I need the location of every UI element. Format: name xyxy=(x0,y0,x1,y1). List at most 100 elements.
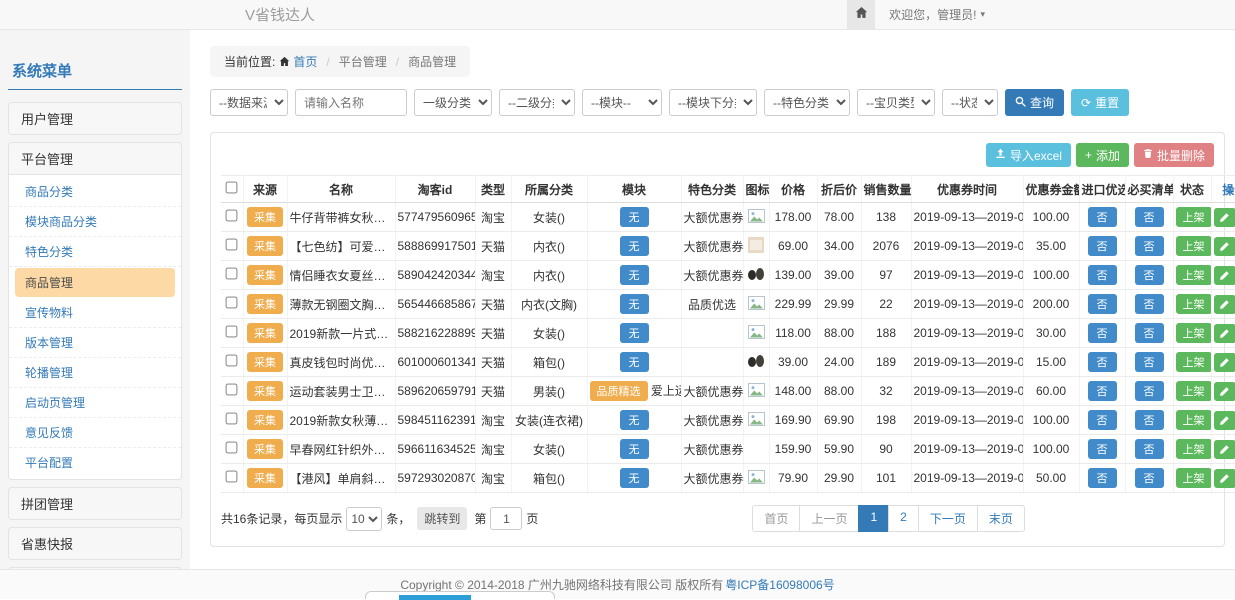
edit-button[interactable] xyxy=(1214,266,1235,285)
edit-button[interactable] xyxy=(1214,440,1235,459)
data-source-select[interactable]: --数据来源-- xyxy=(210,89,288,116)
filter-select[interactable]: --模块下分类-- xyxy=(669,89,757,116)
must-buy-toggle[interactable]: 否 xyxy=(1135,294,1164,314)
user-menu[interactable]: 欢迎您，管理员! ▾ xyxy=(889,6,985,23)
per-page-select[interactable]: 10 xyxy=(346,507,382,531)
jump-page-input[interactable] xyxy=(490,507,522,530)
add-button[interactable]: + 添加 xyxy=(1076,143,1129,167)
pager-button[interactable]: 1 xyxy=(858,505,889,532)
import-select-toggle[interactable]: 否 xyxy=(1088,236,1117,256)
must-buy-toggle[interactable]: 否 xyxy=(1135,265,1164,285)
filter-select[interactable]: 一级分类 xyxy=(414,89,492,116)
status-toggle[interactable]: 上架 xyxy=(1176,468,1212,488)
module-badge[interactable]: 无 xyxy=(620,410,649,430)
must-buy-toggle[interactable]: 否 xyxy=(1135,236,1164,256)
home-button[interactable] xyxy=(847,0,875,29)
status-toggle[interactable]: 上架 xyxy=(1176,381,1212,401)
name-search-input[interactable] xyxy=(295,89,407,116)
filter-select[interactable]: --二级分类-- xyxy=(499,89,575,116)
edit-button[interactable] xyxy=(1214,324,1235,343)
filter-select[interactable]: --宝贝类型-- xyxy=(857,89,935,116)
module-badge[interactable]: 无 xyxy=(620,294,649,314)
row-checkbox[interactable] xyxy=(226,239,238,251)
import-select-toggle[interactable]: 否 xyxy=(1088,265,1117,285)
filter-select[interactable]: --模块-- xyxy=(582,89,662,116)
filter-select[interactable]: --状态-- xyxy=(942,89,998,116)
status-toggle[interactable]: 上架 xyxy=(1176,410,1212,430)
sidebar-subitem[interactable]: 模块商品分类 xyxy=(9,207,181,237)
edit-button[interactable] xyxy=(1214,382,1235,401)
pager-button[interactable]: 下一页 xyxy=(918,505,978,532)
import-select-toggle[interactable]: 否 xyxy=(1088,410,1117,430)
import-select-toggle[interactable]: 否 xyxy=(1088,323,1117,343)
row-checkbox[interactable] xyxy=(226,210,238,222)
must-buy-toggle[interactable]: 否 xyxy=(1135,352,1164,372)
must-buy-toggle[interactable]: 否 xyxy=(1135,323,1164,343)
module-badge[interactable]: 无 xyxy=(620,236,649,256)
must-buy-toggle[interactable]: 否 xyxy=(1135,381,1164,401)
sidebar-subitem[interactable]: 意见反馈 xyxy=(9,418,181,448)
sidebar-subitem[interactable]: 商品分类 xyxy=(9,177,181,207)
import-select-toggle[interactable]: 否 xyxy=(1088,207,1117,227)
pager-button[interactable]: 上一页 xyxy=(799,505,859,532)
sidebar-item[interactable]: 拼团管理 xyxy=(8,487,182,520)
sidebar-subitem[interactable]: 平台配置 xyxy=(9,448,181,477)
sidebar-item-user-mgmt[interactable]: 用户管理 xyxy=(8,102,182,135)
sidebar-subitem[interactable]: 版本管理 xyxy=(9,328,181,358)
batch-delete-button[interactable]: 批量删除 xyxy=(1134,143,1214,167)
module-badge[interactable]: 无 xyxy=(620,207,649,227)
sidebar-subitem[interactable]: 特色分类 xyxy=(9,237,181,267)
sidebar-subitem[interactable]: 宣传物料 xyxy=(9,298,181,328)
jump-button[interactable]: 跳转到 xyxy=(417,507,467,530)
status-toggle[interactable]: 上架 xyxy=(1176,352,1212,372)
reset-button[interactable]: ⟳ 重置 xyxy=(1071,89,1129,116)
module-badge[interactable]: 无 xyxy=(620,439,649,459)
module-badge[interactable]: 无 xyxy=(620,352,649,372)
row-checkbox[interactable] xyxy=(226,413,238,425)
import-select-toggle[interactable]: 否 xyxy=(1088,294,1117,314)
sidebar-item[interactable]: 省惠快报 xyxy=(8,527,182,560)
status-toggle[interactable]: 上架 xyxy=(1176,323,1212,343)
must-buy-toggle[interactable]: 否 xyxy=(1135,207,1164,227)
search-button[interactable]: 查询 xyxy=(1005,89,1064,116)
status-toggle[interactable]: 上架 xyxy=(1176,439,1212,459)
module-badge[interactable]: 无 xyxy=(620,468,649,488)
must-buy-toggle[interactable]: 否 xyxy=(1135,439,1164,459)
status-toggle[interactable]: 上架 xyxy=(1176,294,1212,314)
import-select-toggle[interactable]: 否 xyxy=(1088,381,1117,401)
status-toggle[interactable]: 上架 xyxy=(1176,236,1212,256)
sidebar-subitem[interactable]: 轮播管理 xyxy=(9,358,181,388)
must-buy-toggle[interactable]: 否 xyxy=(1135,468,1164,488)
edit-button[interactable] xyxy=(1214,208,1235,227)
breadcrumb-home-link[interactable]: 首页 xyxy=(279,53,317,70)
icp-link[interactable]: 粤ICP备16098006号 xyxy=(725,576,834,593)
module-badge[interactable]: 无 xyxy=(620,323,649,343)
edit-button[interactable] xyxy=(1214,469,1235,488)
edit-button[interactable] xyxy=(1214,237,1235,256)
row-checkbox[interactable] xyxy=(226,355,238,367)
module-badge[interactable]: 无 xyxy=(620,265,649,285)
module-badge[interactable]: 品质精选 xyxy=(590,381,648,401)
import-select-toggle[interactable]: 否 xyxy=(1088,468,1117,488)
pager-button[interactable]: 首页 xyxy=(752,505,800,532)
filter-select[interactable]: --特色分类-- xyxy=(764,89,850,116)
sidebar-subitem[interactable]: 启动页管理 xyxy=(9,388,181,418)
edit-button[interactable] xyxy=(1214,295,1235,314)
row-checkbox[interactable] xyxy=(226,384,238,396)
pager-button[interactable]: 2 xyxy=(888,505,919,532)
import-excel-button[interactable]: 导入excel xyxy=(986,143,1071,167)
sidebar-subitem[interactable]: 商品管理 xyxy=(15,268,175,297)
status-toggle[interactable]: 上架 xyxy=(1176,265,1212,285)
must-buy-toggle[interactable]: 否 xyxy=(1135,410,1164,430)
pager-button[interactable]: 末页 xyxy=(977,505,1025,532)
row-checkbox[interactable] xyxy=(226,326,238,338)
row-checkbox[interactable] xyxy=(226,297,238,309)
row-checkbox[interactable] xyxy=(226,442,238,454)
row-checkbox[interactable] xyxy=(226,471,238,483)
edit-button[interactable] xyxy=(1214,353,1235,372)
row-checkbox[interactable] xyxy=(226,268,238,280)
status-toggle[interactable]: 上架 xyxy=(1176,207,1212,227)
import-select-toggle[interactable]: 否 xyxy=(1088,439,1117,459)
import-select-toggle[interactable]: 否 xyxy=(1088,352,1117,372)
select-all-checkbox[interactable] xyxy=(226,182,238,194)
